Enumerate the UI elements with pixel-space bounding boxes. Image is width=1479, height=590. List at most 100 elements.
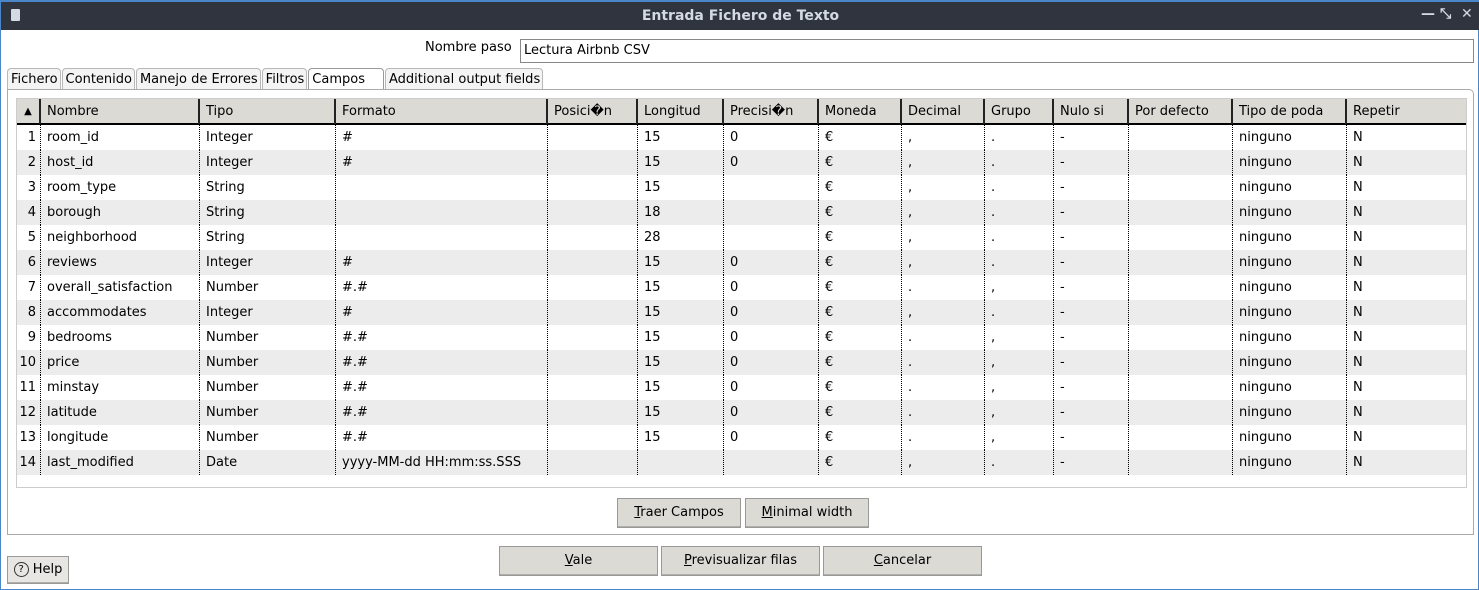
table-cell [1129, 150, 1233, 175]
table-cell: € [819, 150, 902, 175]
label: ancelar [882, 553, 932, 568]
tab-additional-output-fields[interactable]: Additional output fields [384, 68, 544, 89]
minimal-width-button[interactable]: Minimal width [745, 498, 869, 528]
cancel-button[interactable]: Cancelar [823, 546, 982, 576]
tab-campos[interactable]: Campos [308, 68, 384, 89]
table-cell: ninguno [1233, 200, 1347, 225]
fields-panel: ▲ Nombre Tipo Formato Posici�n Longitud Precis… [7, 89, 1474, 535]
table-row[interactable]: 5 neighborhood String 28 €,. - ninguno N [17, 225, 1466, 250]
label: inimal width [772, 505, 853, 520]
tab-bar: Fichero Contenido Manejo de Errores Filt… [7, 68, 544, 90]
table-cell [548, 350, 638, 375]
table-cell: . [985, 125, 1054, 150]
fields-table[interactable]: ▲ Nombre Tipo Formato Posici�n Longitud Precis… [16, 98, 1467, 488]
column-header[interactable]: Tipo [200, 99, 336, 124]
table-cell: , [985, 325, 1054, 350]
column-header[interactable]: Grupo [985, 99, 1054, 124]
table-cell [1129, 175, 1233, 200]
help-button[interactable]: ? Help [7, 556, 69, 584]
table-cell: . [985, 200, 1054, 225]
table-cell [1129, 425, 1233, 450]
step-name-input[interactable]: Lectura Airbnb CSV [520, 39, 1474, 63]
table-cell: , [902, 250, 985, 275]
table-cell: host_id [41, 150, 200, 175]
table-row[interactable]: 2 host_id Integer #15 0 €,. - ninguno N [17, 150, 1466, 175]
tab-filtros[interactable]: Filtros [261, 68, 308, 89]
column-header[interactable]: Por defecto [1129, 99, 1233, 124]
table-cell: . [902, 275, 985, 300]
get-fields-button[interactable]: Traer Campos [617, 498, 741, 528]
table-cell: 15 [638, 325, 724, 350]
table-cell: overall_satisfaction [41, 275, 200, 300]
table-row[interactable]: 7 overall_satisfaction Number #.# 15 0 €., - nin… [17, 275, 1466, 300]
tab-contenido[interactable]: Contenido [61, 68, 135, 89]
table-cell: 0 [724, 375, 819, 400]
table-cell: 0 [724, 425, 819, 450]
table-cell: N [1347, 425, 1466, 450]
table-cell [724, 225, 819, 250]
help-icon: ? [13, 562, 29, 577]
table-row[interactable]: 14 last_modified Date yyyy-MM-dd HH:mm:ss.S… [17, 450, 1466, 475]
table-cell: 15 [638, 275, 724, 300]
mnemonic: C [873, 553, 883, 568]
table-row[interactable]: 13 longitude Number #.# 15 0 €., - ninguno N [17, 425, 1466, 450]
column-header[interactable]: Longitud [638, 99, 724, 124]
column-header[interactable]: Formato [336, 99, 548, 124]
tab-manejo-errores[interactable]: Manejo de Errores [135, 68, 261, 89]
table-cell: N [1347, 450, 1466, 475]
table-cell: N [1347, 150, 1466, 175]
table-cell: neighborhood [41, 225, 200, 250]
column-header[interactable]: Nulo si [1054, 99, 1129, 124]
restore-icon[interactable]: ⤡ [1440, 6, 1451, 22]
table-cell: - [1054, 275, 1129, 300]
table-row[interactable]: 11 minstay Number #.# 15 0 €., - ninguno N [17, 375, 1466, 400]
table-row[interactable]: 12 latitude Number #.# 15 0 €., - ninguno N [17, 400, 1466, 425]
table-cell [724, 200, 819, 225]
table-cell: , [902, 175, 985, 200]
table-cell: - [1054, 350, 1129, 375]
table-cell: N [1347, 225, 1466, 250]
ok-button[interactable]: Vale [499, 546, 658, 576]
table-cell: 0 [724, 300, 819, 325]
table-row[interactable]: 9 bedrooms Number #.# 15 0 €., - ninguno N [17, 325, 1466, 350]
table-cell: 18 [638, 200, 724, 225]
column-header[interactable]: Decimal [902, 99, 985, 124]
table-cell [548, 325, 638, 350]
table-row[interactable]: 10 price Number #.# 15 0 €., - ninguno N [17, 350, 1466, 375]
column-header[interactable]: Nombre [41, 99, 200, 124]
column-header[interactable]: Posici�n [548, 99, 638, 124]
close-icon[interactable]: ✕ [1461, 6, 1473, 22]
table-cell: String [200, 175, 336, 200]
sort-ascending-icon[interactable]: ▲ [17, 99, 41, 124]
label: revisualizar filas [691, 553, 797, 568]
row-number: 5 [17, 225, 41, 250]
row-number: 9 [17, 325, 41, 350]
table-row[interactable]: 4 borough String 18 €,. - ninguno N [17, 200, 1466, 225]
column-header[interactable]: Precisi�n [724, 99, 819, 124]
table-cell: minstay [41, 375, 200, 400]
table-cell: price [41, 350, 200, 375]
table-cell [336, 175, 548, 200]
table-cell: yyyy-MM-dd HH:mm:ss.SSS [336, 450, 548, 475]
minimize-icon[interactable]: — [1421, 6, 1435, 22]
table-row[interactable]: 8 accommodates Integer #15 0 €,. - ninguno N [17, 300, 1466, 325]
table-cell: bedrooms [41, 325, 200, 350]
preview-rows-button[interactable]: Previsualizar filas [661, 546, 820, 576]
table-row[interactable]: 3 room_type String 15 €,. - ninguno N [17, 175, 1466, 200]
table-cell: 15 [638, 350, 724, 375]
column-header[interactable]: Moneda [819, 99, 902, 124]
table-cell: - [1054, 200, 1129, 225]
table-cell: € [819, 450, 902, 475]
table-cell [1129, 350, 1233, 375]
table-cell: String [200, 200, 336, 225]
row-number: 10 [17, 350, 41, 375]
column-header[interactable]: Repetir [1347, 99, 1466, 124]
table-header[interactable]: ▲ Nombre Tipo Formato Posici�n Longitud Precis… [17, 99, 1466, 125]
table-row[interactable]: 1 room_id Integer #15 0 €,. - ninguno N [17, 125, 1466, 150]
table-cell: . [985, 300, 1054, 325]
table-cell: # [336, 125, 548, 150]
table-row[interactable]: 6 reviews Integer #15 0 €,. - ninguno N [17, 250, 1466, 275]
table-cell [724, 175, 819, 200]
column-header[interactable]: Tipo de poda [1233, 99, 1347, 124]
tab-fichero[interactable]: Fichero [7, 68, 61, 89]
